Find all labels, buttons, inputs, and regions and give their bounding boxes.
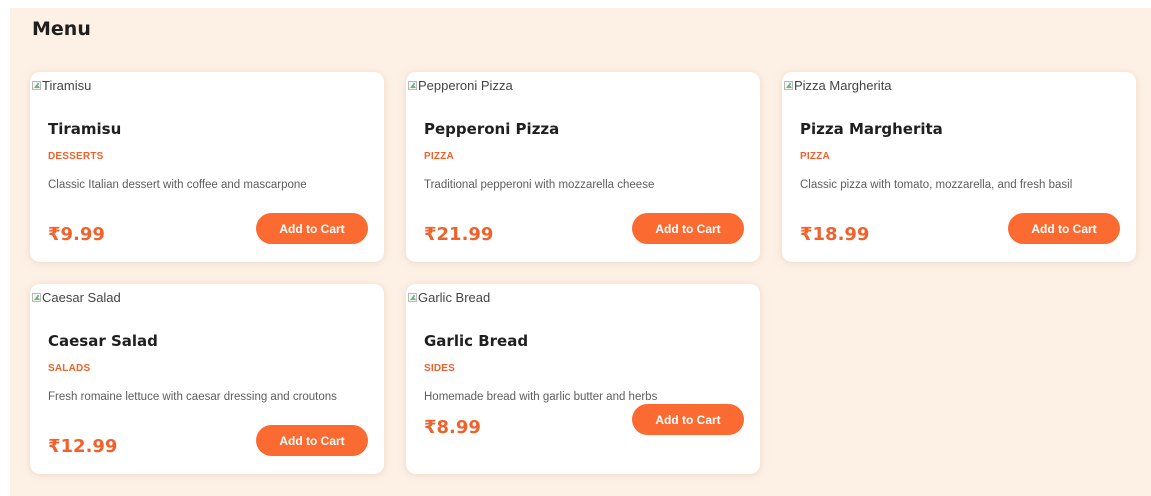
add-to-cart-button[interactable]: Add to Cart xyxy=(1008,213,1120,244)
item-image: Tiramisu xyxy=(32,78,91,93)
image-alt-text: Pepperoni Pizza xyxy=(418,78,513,93)
item-description: Fresh romaine lettuce with caesar dressi… xyxy=(48,391,337,403)
image-alt-text: Pizza Margherita xyxy=(794,78,892,93)
menu-card-pizza-margherita: Pizza Margherita Pizza Margherita PIZZA … xyxy=(782,72,1136,262)
item-image: Garlic Bread xyxy=(408,290,490,305)
broken-image-icon xyxy=(408,293,417,302)
add-to-cart-button[interactable]: Add to Cart xyxy=(256,213,368,244)
menu-grid: Tiramisu Tiramisu DESSERTS Classic Itali… xyxy=(30,72,1142,474)
broken-image-icon xyxy=(408,81,417,90)
image-alt-text: Caesar Salad xyxy=(42,290,121,305)
image-alt-text: Tiramisu xyxy=(42,78,92,93)
broken-image-icon xyxy=(784,81,793,90)
item-description: Classic Italian dessert with coffee and … xyxy=(48,179,307,191)
item-category: SALADS xyxy=(48,363,91,374)
item-category: DESSERTS xyxy=(48,151,104,162)
menu-page: Menu Tiramisu Tiramisu DESSERTS Classic … xyxy=(10,8,1151,496)
item-price: ₹21.99 xyxy=(424,224,494,245)
menu-card-pepperoni-pizza: Pepperoni Pizza Pepperoni Pizza PIZZA Tr… xyxy=(406,72,760,262)
item-image: Caesar Salad xyxy=(32,290,121,305)
item-name: Pizza Margherita xyxy=(800,120,943,138)
item-category: PIZZA xyxy=(800,151,830,162)
add-to-cart-button[interactable]: Add to Cart xyxy=(256,425,368,456)
item-price: ₹8.99 xyxy=(424,417,481,438)
item-category: SIDES xyxy=(424,363,456,374)
item-name: Garlic Bread xyxy=(424,332,529,350)
menu-card-garlic-bread: Garlic Bread Garlic Bread SIDES Homemade… xyxy=(406,284,760,474)
item-name: Tiramisu xyxy=(48,120,122,138)
item-name: Caesar Salad xyxy=(48,332,158,350)
page-title: Menu xyxy=(32,18,91,40)
item-price: ₹12.99 xyxy=(48,436,118,457)
broken-image-icon xyxy=(32,293,41,302)
item-description: Classic pizza with tomato, mozzarella, a… xyxy=(800,179,1073,191)
menu-card-tiramisu: Tiramisu Tiramisu DESSERTS Classic Itali… xyxy=(30,72,384,262)
item-price: ₹18.99 xyxy=(800,224,870,245)
item-name: Pepperoni Pizza xyxy=(424,120,560,138)
image-alt-text: Garlic Bread xyxy=(418,290,491,305)
item-price: ₹9.99 xyxy=(48,224,105,245)
item-category: PIZZA xyxy=(424,151,454,162)
item-image: Pepperoni Pizza xyxy=(408,78,513,93)
menu-card-caesar-salad: Caesar Salad Caesar Salad SALADS Fresh r… xyxy=(30,284,384,474)
item-image: Pizza Margherita xyxy=(784,78,892,93)
add-to-cart-button[interactable]: Add to Cart xyxy=(632,213,744,244)
broken-image-icon xyxy=(32,81,41,90)
add-to-cart-button[interactable]: Add to Cart xyxy=(632,404,744,435)
item-description: Traditional pepperoni with mozzarella ch… xyxy=(424,179,655,191)
